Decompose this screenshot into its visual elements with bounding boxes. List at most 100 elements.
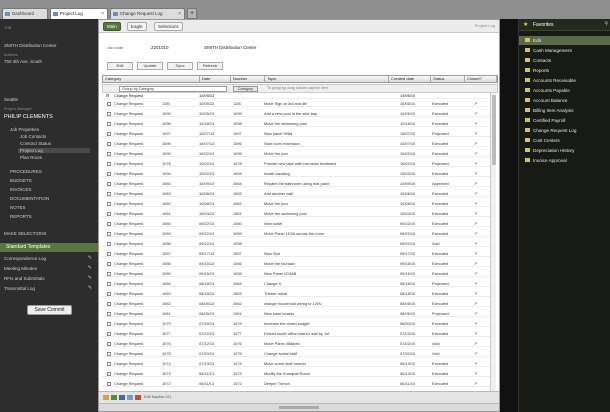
nav-plan-room[interactable]: Plan Room bbox=[20, 155, 42, 160]
open-record-icon[interactable]: ↗ bbox=[474, 251, 477, 256]
favorite-item[interactable]: Change Request Log bbox=[519, 126, 610, 135]
open-record-icon[interactable]: ↗ bbox=[474, 111, 477, 116]
open-record-icon[interactable]: ↗ bbox=[474, 191, 477, 196]
tab-selections[interactable]: Selections bbox=[154, 22, 183, 31]
row-checkbox[interactable] bbox=[107, 252, 111, 256]
open-record-icon[interactable]: ↗ bbox=[474, 101, 477, 106]
table-row[interactable]: Change Request 1061 10/04/13 1061 Move the s… bbox=[102, 211, 490, 217]
table-row[interactable]: Change Request 1055 09/15/13 1055 New Panel … bbox=[102, 271, 490, 277]
row-checkbox[interactable] bbox=[107, 312, 111, 316]
favorite-item[interactable]: Account Balance bbox=[519, 96, 610, 105]
open-record-icon[interactable]: ↗ bbox=[474, 351, 477, 356]
column-number[interactable]: Number bbox=[231, 76, 265, 82]
favorite-item[interactable]: Certified Payroll bbox=[519, 116, 610, 125]
row-checkbox[interactable] bbox=[107, 382, 111, 386]
close-icon[interactable]: × bbox=[101, 9, 104, 19]
row-checkbox[interactable] bbox=[107, 122, 111, 126]
close-icon[interactable]: × bbox=[178, 9, 181, 19]
tab-change-request-log[interactable]: Change Request Log × bbox=[110, 8, 185, 19]
column-category[interactable]: Category bbox=[103, 76, 200, 82]
open-record-icon[interactable]: ↗ bbox=[474, 181, 477, 186]
nav-documentation[interactable]: DOCUMENTATION bbox=[10, 196, 49, 201]
project-log-link[interactable]: Project Log bbox=[475, 23, 495, 28]
nav-make-selections[interactable]: MAKE SELECTIONS bbox=[4, 231, 47, 236]
link-rfis-and-submittals[interactable]: RFIs and Submittals bbox=[4, 276, 45, 281]
open-record-icon[interactable]: ↗ bbox=[474, 301, 477, 306]
expand-icon[interactable]: ⊟ bbox=[106, 93, 109, 98]
link-correspondence-log[interactable]: Correspondence Log bbox=[4, 256, 46, 261]
update-button[interactable]: Update bbox=[137, 62, 163, 70]
splitter-bar[interactable] bbox=[500, 19, 518, 412]
nav-invoices[interactable]: INVOICES bbox=[10, 187, 32, 192]
add-tab-button[interactable]: + bbox=[187, 8, 197, 19]
open-record-icon[interactable]: ↗ bbox=[474, 121, 477, 126]
open-record-icon[interactable]: ↗ bbox=[474, 141, 477, 146]
table-row[interactable]: Change Request 1100 10/05/13 1100 Move Sign … bbox=[102, 101, 490, 107]
row-checkbox[interactable] bbox=[107, 102, 111, 106]
table-row[interactable]: Change Request 1061 08/05/13 1061 New base b… bbox=[102, 311, 490, 317]
table-row[interactable]: Change Request 1079 07/30/13 1079 Increase t… bbox=[102, 321, 490, 327]
wrench-icon[interactable]: ✎ bbox=[88, 255, 92, 261]
table-row[interactable]: Change Request 1056 09/15/13 1056 Move the f… bbox=[102, 261, 490, 267]
table-row[interactable]: Change Request 1060 09/22/13 1060 New outlet… bbox=[102, 221, 490, 227]
column-status[interactable]: Status bbox=[431, 76, 465, 82]
row-checkbox[interactable] bbox=[107, 342, 111, 346]
favorite-item[interactable]: Edit bbox=[519, 36, 610, 45]
delete-icon[interactable] bbox=[135, 395, 141, 400]
column-date[interactable]: Date bbox=[200, 76, 231, 82]
open-record-icon[interactable]: ↗ bbox=[474, 161, 477, 166]
row-checkbox[interactable] bbox=[107, 182, 111, 186]
job-name[interactable]: SMITH Distribution Center bbox=[4, 43, 57, 48]
wrench-icon[interactable]: ✎ bbox=[88, 275, 92, 281]
sync-button[interactable]: Sync bbox=[167, 62, 193, 70]
row-checkbox[interactable] bbox=[107, 162, 111, 166]
column-created-date[interactable]: Created date bbox=[389, 76, 431, 82]
nav-contract-status[interactable]: Contract Status bbox=[20, 141, 51, 146]
edit-button[interactable]: Edit bbox=[107, 62, 133, 70]
table-row[interactable]: Change Request 1098 10/18/13 1098 Move the s… bbox=[102, 121, 490, 127]
row-checkbox[interactable] bbox=[107, 242, 111, 246]
tab-project-log[interactable]: Project Log × bbox=[50, 8, 108, 19]
open-record-icon[interactable]: ↗ bbox=[474, 131, 477, 136]
save-commit-button[interactable]: Save Commit bbox=[27, 305, 72, 315]
tab-dashboard[interactable]: Dashboard bbox=[2, 8, 48, 19]
group-row[interactable]: ⊟ Change Request 10/05/13 10/05/10 bbox=[102, 93, 490, 99]
row-checkbox[interactable] bbox=[107, 372, 111, 376]
table-row[interactable]: Change Request 1064 08/18/13 1064 Change it 0… bbox=[102, 281, 490, 287]
table-row[interactable]: Change Request 1062 10/08/13 1062 Move the p… bbox=[102, 201, 490, 207]
row-checkbox[interactable] bbox=[107, 142, 111, 146]
open-record-icon[interactable]: ↗ bbox=[474, 171, 477, 176]
table-row[interactable]: Change Request 1075 07/20/13 1075 Change scr… bbox=[102, 351, 490, 357]
open-record-icon[interactable]: ↗ bbox=[474, 261, 477, 266]
table-row[interactable]: Change Request 1078 10/02/13 1078 Provide ne… bbox=[102, 161, 490, 167]
refresh-button[interactable]: Refresh bbox=[197, 62, 223, 70]
open-record-icon[interactable]: ↗ bbox=[474, 241, 477, 246]
table-row[interactable]: Change Request 1064 10/09/13 1064 Repaint th… bbox=[102, 181, 490, 187]
favorite-item[interactable]: Cash Management bbox=[519, 46, 610, 55]
row-checkbox[interactable] bbox=[107, 332, 111, 336]
open-record-icon[interactable]: ↗ bbox=[474, 291, 477, 296]
table-row[interactable]: Change Request 1096 10/07/13 1096 Stair room… bbox=[102, 141, 490, 147]
wrench-icon[interactable]: ✎ bbox=[88, 285, 92, 291]
row-checkbox[interactable] bbox=[107, 112, 111, 116]
column-closed[interactable]: Closed? bbox=[465, 76, 497, 82]
table-row[interactable]: Change Request 1094 10/02/13 1094 Install cl… bbox=[102, 171, 490, 177]
horizontal-scrollbar[interactable] bbox=[99, 403, 499, 411]
favorite-item[interactable]: Reports bbox=[519, 66, 610, 75]
table-row[interactable]: Change Request 1063 10/08/13 1063 Add anothe… bbox=[102, 191, 490, 197]
vertical-scrollbar[interactable] bbox=[490, 93, 496, 391]
open-record-icon[interactable]: ↗ bbox=[474, 381, 477, 386]
nav-budgets[interactable]: BUDGETS bbox=[10, 178, 32, 183]
open-record-icon[interactable]: ↗ bbox=[474, 361, 477, 366]
table-row[interactable]: Change Request 1077 07/22/13 1077 Extend sou… bbox=[102, 331, 490, 337]
row-checkbox[interactable] bbox=[107, 302, 111, 306]
add-icon[interactable] bbox=[111, 395, 117, 400]
table-row[interactable]: Change Request 1073 06/11/13 1073 Modify the… bbox=[102, 371, 490, 377]
scrollbar-thumb[interactable] bbox=[492, 95, 496, 165]
link-meeting-minutes[interactable]: Meeting Minutes bbox=[4, 266, 37, 271]
print-icon[interactable] bbox=[127, 395, 133, 400]
open-record-icon[interactable]: ↗ bbox=[474, 371, 477, 376]
table-row[interactable]: Change Request 1099 10/05/13 1099 Add a new … bbox=[102, 111, 490, 117]
folder-icon[interactable] bbox=[103, 395, 109, 400]
row-checkbox[interactable] bbox=[107, 222, 111, 226]
